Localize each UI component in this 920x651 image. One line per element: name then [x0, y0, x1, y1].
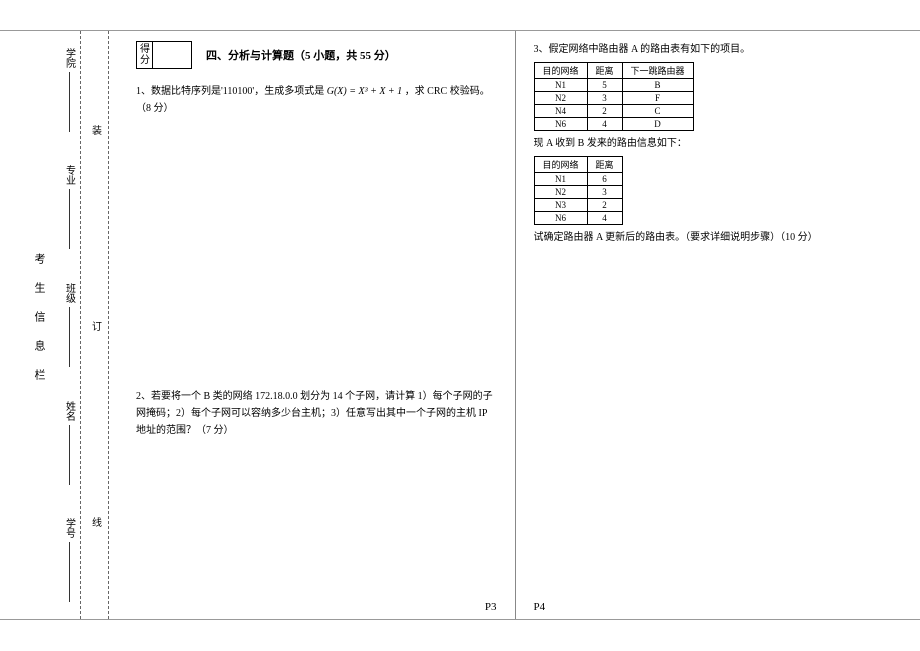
- table-row: N23: [534, 186, 622, 199]
- binding-dashed-line: [80, 31, 81, 619]
- table-row: N23F: [534, 92, 693, 105]
- content-area: 得 分 四、分析与计算题（5 小题，共 55 分） 1、数据比特序列是'1101…: [118, 31, 912, 619]
- question-3-intro: 3、假定网络中路由器 A 的路由表有如下的项目。: [534, 41, 895, 58]
- routing-update-from-b: 目的网络 距离 N16 N23 N32 N64: [534, 156, 623, 225]
- table-row: N32: [534, 199, 622, 212]
- question-3-mid: 现 A 收到 B 发来的路由信息如下：: [534, 135, 895, 152]
- field-school: 学院: [62, 48, 77, 132]
- page-number: P4: [534, 601, 546, 613]
- page-4: 3、假定网络中路由器 A 的路由表有如下的项目。 目的网络 距离 下一跳路由器 …: [516, 31, 913, 619]
- field-id: 学号: [62, 518, 77, 602]
- binding-mark: 线: [92, 514, 102, 529]
- table-header-row: 目的网络 距离 下一跳路由器: [534, 63, 693, 79]
- underline: [69, 189, 70, 249]
- score-box: 得 分: [136, 41, 192, 69]
- page-3: 得 分 四、分析与计算题（5 小题，共 55 分） 1、数据比特序列是'1101…: [118, 31, 516, 619]
- table-row: N64: [534, 212, 622, 225]
- binding-mark: 装: [92, 122, 102, 137]
- underline: [69, 425, 70, 485]
- routing-table-a: 目的网络 距离 下一跳路由器 N15B N23F N42C N64D: [534, 62, 694, 131]
- table-header-row: 目的网络 距离: [534, 157, 622, 173]
- underline: [69, 307, 70, 367]
- table-row: N64D: [534, 118, 693, 131]
- question-3-tail: 试确定路由器 A 更新后的路由表。（要求详细说明步骤）（10 分）: [534, 229, 895, 246]
- score-blank: [153, 42, 191, 68]
- candidate-info-title-col: 考生信息栏: [30, 31, 48, 619]
- exam-page: 考生信息栏 学院 专业 班级 姓名 学号 装 订 线 得 分: [0, 30, 920, 620]
- binding-dashed-line: [108, 31, 109, 619]
- question-2: 2、若要将一个 B 类的网络 172.18.0.0 划分为 14 个子网，请计算…: [136, 388, 497, 439]
- binding-mark: 订: [92, 318, 102, 333]
- question-1: 1、数据比特序列是'110100'，生成多项式是 G(X) = X³ + X +…: [136, 83, 497, 117]
- field-major: 专业: [62, 165, 77, 249]
- page-number: P3: [485, 601, 497, 613]
- score-label: 得 分: [137, 42, 153, 68]
- section-header-row: 得 分 四、分析与计算题（5 小题，共 55 分）: [136, 41, 497, 69]
- binding-margin: 考生信息栏 学院 专业 班级 姓名 学号 装 订 线: [0, 31, 115, 619]
- formula: G(X) = X³ + X + 1: [327, 86, 402, 97]
- table-row: N42C: [534, 105, 693, 118]
- binding-marks-col: 装 订 线: [88, 31, 106, 619]
- field-class: 班级: [62, 283, 77, 367]
- candidate-info-title: 考生信息栏: [31, 253, 47, 398]
- underline: [69, 542, 70, 602]
- field-name: 姓名: [62, 401, 77, 485]
- section-title: 四、分析与计算题（5 小题，共 55 分）: [206, 47, 396, 63]
- underline: [69, 72, 70, 132]
- table-row: N15B: [534, 79, 693, 92]
- candidate-fields-col: 学院 专业 班级 姓名 学号: [60, 31, 78, 619]
- table-row: N16: [534, 173, 622, 186]
